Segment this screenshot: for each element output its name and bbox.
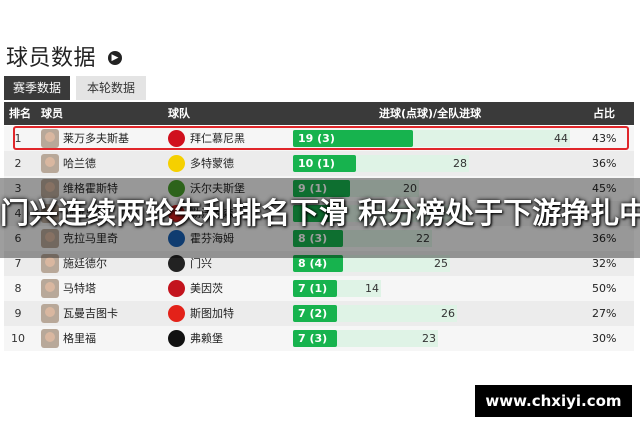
team-goals-bar: 10 (1) 28	[293, 155, 469, 172]
player-avatar	[41, 304, 59, 323]
team-logo-icon	[168, 155, 185, 172]
team-name[interactable]: 弗赖堡	[190, 326, 223, 351]
player-goals-label: 10 (1)	[298, 157, 335, 170]
row-rank: 9	[14, 307, 22, 320]
table-header: 排名 球员 球队 进球(点球)/全队进球 占比	[4, 102, 634, 125]
goal-ratio: 50%	[592, 282, 617, 295]
goal-ratio: 27%	[592, 307, 617, 320]
arrow-right-icon[interactable]: ▶	[108, 51, 122, 65]
team-name[interactable]: 斯图加特	[190, 301, 234, 326]
tab-season-stats[interactable]: 赛季数据	[4, 76, 70, 100]
table-row[interactable]: 9 瓦曼吉图卡 斯图加特 7 (2) 26 27%	[4, 301, 634, 326]
team-goals-label: 28	[453, 157, 467, 170]
player-goals-bar: 7 (1)	[293, 280, 337, 297]
player-avatar	[41, 279, 59, 298]
header-team: 球队	[168, 107, 190, 120]
team-logo-icon	[168, 305, 185, 322]
player-avatar	[41, 329, 59, 348]
header-ratio: 占比	[593, 107, 615, 120]
header-player: 球员	[41, 107, 63, 120]
team-logo-icon	[168, 330, 185, 347]
headline-text: 门兴连续两轮失利排名下滑 积分榜处于下游挣扎中	[0, 196, 640, 230]
team-goals-label: 14	[365, 282, 379, 295]
header-rank: 排名	[9, 107, 31, 120]
watermark: www.chxiyi.com	[475, 385, 632, 417]
team-name[interactable]: 美因茨	[190, 276, 223, 301]
team-goals-bar: 7 (3) 23	[293, 330, 438, 347]
player-name[interactable]: 哈兰德	[63, 151, 96, 176]
player-goals-label: 7 (2)	[298, 307, 328, 320]
player-goals-label: 7 (3)	[298, 332, 328, 345]
highlight-box	[13, 126, 629, 150]
player-name[interactable]: 马特塔	[63, 276, 96, 301]
team-goals-label: 26	[441, 307, 455, 320]
row-rank: 10	[11, 332, 25, 345]
player-goals-bar: 10 (1)	[293, 155, 356, 172]
table-row[interactable]: 10 格里福 弗赖堡 7 (3) 23 30%	[4, 326, 634, 351]
row-rank: 8	[14, 282, 22, 295]
goal-ratio: 36%	[592, 157, 617, 170]
row-rank: 2	[14, 157, 22, 170]
player-avatar	[41, 154, 59, 173]
team-goals-label: 23	[422, 332, 436, 345]
team-name[interactable]: 多特蒙德	[190, 151, 234, 176]
player-goals-bar: 7 (2)	[293, 305, 337, 322]
player-name[interactable]: 格里福	[63, 326, 96, 351]
page-title: 球员数据	[6, 46, 97, 71]
player-name[interactable]: 瓦曼吉图卡	[63, 301, 118, 326]
tab-round-stats[interactable]: 本轮数据	[76, 76, 146, 100]
team-logo-icon	[168, 280, 185, 297]
table-row[interactable]: 8 马特塔 美因茨 7 (1) 14 50%	[4, 276, 634, 301]
team-goals-bar: 7 (2) 26	[293, 305, 457, 322]
table-row[interactable]: 2 哈兰德 多特蒙德 10 (1) 28 36%	[4, 151, 634, 176]
player-goals-bar: 7 (3)	[293, 330, 337, 347]
goal-ratio: 30%	[592, 332, 617, 345]
header-goals: 进球(点球)/全队进球	[379, 107, 482, 120]
player-goals-label: 7 (1)	[298, 282, 328, 295]
team-goals-bar: 7 (1) 14	[293, 280, 381, 297]
